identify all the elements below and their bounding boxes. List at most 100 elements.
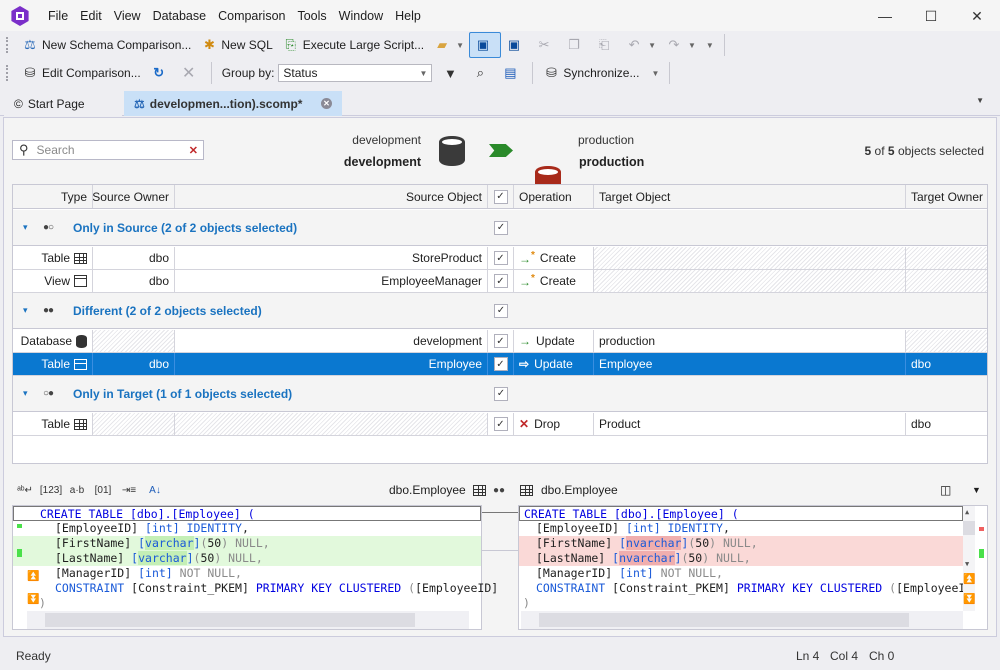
clear-search-icon[interactable]: ✕ [189,144,198,157]
cut-button[interactable]: ✂ [531,32,561,58]
tab-start-page[interactable]: © Start Page [4,91,122,116]
collapse-chevron-icon[interactable]: ▾ [23,388,43,399]
column-header-source-owner[interactable]: Source Owner [93,185,175,208]
document-tabs: © Start Page ⚖ developmen...tion).scomp* ✕ … [0,88,1000,116]
code-line: CREATE TABLE [dbo].[Employee] ( [13,506,481,521]
redo-icon: ↷ [668,37,680,52]
toolbar-overflow-icon[interactable]: ▼ [706,41,714,50]
report-button[interactable]: ▤ [497,60,527,86]
menu-window[interactable]: Window [333,0,389,32]
comparison-options-button[interactable]: ⌕ [467,60,497,86]
standard-toolbar: ⚖ New Schema Comparison... ✱ New SQL ⎘ Exec… [0,31,1000,59]
scrollbar-thumb[interactable] [539,613,909,627]
select-all-checkbox[interactable]: ✓ [493,189,508,204]
menu-view[interactable]: View [108,0,147,32]
maximize-button[interactable]: ☐ [908,0,954,32]
show-whitespace-icon[interactable]: a·b [64,485,90,496]
open-folder-icon: ▰ [437,37,448,52]
new-sql-button[interactable]: ✱ New SQL [196,32,277,58]
view-icon [74,275,87,287]
indent-icon[interactable]: ⇥≡ [116,485,142,496]
chevron-down-icon[interactable]: ▼ [456,41,464,50]
table-row[interactable]: Database development ✓ → Update productio… [13,330,987,353]
scrollbar-thumb[interactable] [963,521,975,535]
group-by-select[interactable]: Status ▼ [278,64,433,82]
close-button[interactable]: ✕ [954,0,1000,32]
menu-edit[interactable]: Edit [74,0,108,32]
redo-button[interactable]: ↷ ▼ ▼ [661,32,719,58]
chevron-down-icon[interactable]: ▼ [688,41,696,50]
search-input[interactable]: ⚲ Search ✕ [12,140,204,160]
next-diff-icon[interactable]: ⏬ [963,594,975,605]
save-all-button[interactable]: ▣ [501,32,531,58]
undo-button[interactable]: ↶ ▼ [621,32,661,58]
save-all-icon: ▣ [507,37,521,52]
table-row[interactable]: Table dbo StoreProduct ✓ →* Create [13,247,987,270]
table-row-selected[interactable]: Table dbo Employee ✓ ⇨ Update Employee db… [13,353,987,376]
paste-button[interactable]: ⎗ [591,32,621,58]
column-header-type[interactable]: Type [13,185,93,208]
column-header-target-object[interactable]: Target Object [594,185,906,208]
group-checkbox[interactable]: ✓ [494,220,508,235]
minimize-button[interactable]: — [862,0,908,32]
title-bar: File Edit View Database Comparison Tools… [0,0,1000,32]
prev-diff-icon[interactable]: ⏫ [27,571,39,582]
table-row[interactable]: View dbo EmployeeManager ✓ →* Create [13,270,987,293]
source-code-editor[interactable]: CREATE TABLE [dbo].[Employee] ( [Employe… [12,505,498,630]
sort-icon[interactable]: A↓ [142,485,168,496]
word-wrap-icon[interactable]: ᵃᵇ↵ [12,485,38,496]
group-checkbox[interactable]: ✓ [494,386,508,401]
menu-comparison[interactable]: Comparison [212,0,291,32]
status-text: Ready [16,649,51,663]
row-checkbox[interactable]: ✓ [493,417,508,431]
chevron-down-icon[interactable]: ▼ [651,69,659,78]
menu-database[interactable]: Database [147,0,213,32]
group-checkbox[interactable]: ✓ [494,303,508,318]
group-row-different[interactable]: ▾ ●● Different (2 of 2 objects selected)… [13,293,987,329]
column-header-target-owner[interactable]: Target Owner [906,185,987,208]
target-code-editor[interactable]: CREATE TABLE [dbo].[Employee] ( [Employe… [518,505,988,630]
group-row-only-in-source[interactable]: ▾ ●○ Only in Source (2 of 2 objects sele… [13,210,987,246]
column-header-operation[interactable]: Operation [514,185,594,208]
ignore-case-icon[interactable]: [01] [90,485,116,496]
edit-comparison-button[interactable]: ⛁ Edit Comparison... [17,60,146,86]
filter-button[interactable]: ▼ [437,60,467,86]
chevron-down-icon[interactable]: ▼ [972,485,981,495]
change-marker [17,524,22,528]
refresh-button[interactable]: ↻ [146,60,176,86]
row-checkbox[interactable]: ✓ [493,251,508,265]
chevron-down-icon[interactable]: ▼ [648,41,656,50]
collapse-chevron-icon[interactable]: ▾ [23,222,43,233]
row-checkbox[interactable]: ✓ [493,334,508,348]
tab-list-dropdown-icon[interactable]: ▼ [976,96,984,105]
tab-comparison-document[interactable]: ⚖ developmen...tion).scomp* ✕ [124,91,342,116]
copy-button[interactable]: ❐ [561,32,591,58]
menu-file[interactable]: File [42,0,74,32]
open-file-button[interactable]: ▰ ▼ [429,32,469,58]
menu-tools[interactable]: Tools [291,0,332,32]
row-checkbox[interactable]: ✓ [493,357,508,371]
stop-button[interactable]: ✕ [176,60,206,86]
menu-help[interactable]: Help [389,0,427,32]
scrollbar-thumb[interactable] [45,613,415,627]
execute-large-script-button[interactable]: ⎘ Execute Large Script... [278,32,429,58]
close-tab-icon[interactable]: ✕ [321,98,332,109]
layout-icon[interactable]: ◫ [940,483,951,497]
horizontal-scrollbar[interactable] [27,611,469,629]
row-checkbox[interactable]: ✓ [493,274,508,288]
new-schema-comparison-button[interactable]: ⚖ New Schema Comparison... [17,32,196,58]
line-numbers-icon[interactable]: [123] [38,485,64,496]
toolbar-grip[interactable] [6,65,9,81]
toolbar-separator [210,62,212,84]
group-row-only-in-target[interactable]: ▾ ○● Only in Target (1 of 1 objects sele… [13,376,987,412]
next-diff-icon[interactable]: ⏬ [27,594,39,605]
column-header-source-object[interactable]: Source Object [175,185,488,208]
prev-diff-icon[interactable]: ⏫ [963,574,975,585]
collapse-chevron-icon[interactable]: ▾ [23,305,43,316]
toolbar-grip[interactable] [6,37,9,53]
table-row[interactable]: Table ✓ ✕ Drop Product dbo [13,413,987,436]
horizontal-scrollbar[interactable] [521,611,963,629]
synchronize-button[interactable]: ⛁ Synchronize... ▼ [538,60,664,86]
save-button[interactable]: ▣ [469,32,502,58]
vertical-scrollbar[interactable]: ▲ ▼ ⏫ ⏬ [963,506,975,611]
